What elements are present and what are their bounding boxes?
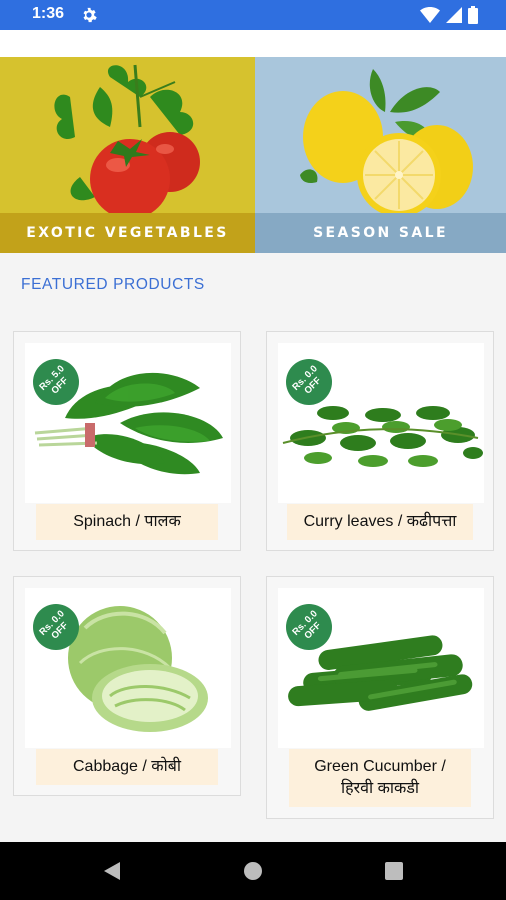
banner-exotic-vegetables[interactable]: EXOTIC VEGETABLES [0, 57, 255, 253]
product-card-green-cucumber[interactable]: Rs. 0.0 OFF Green Cucumber / हिरवी काकडी [266, 576, 494, 819]
product-image-frame: Rs. 0.0 OFF [25, 588, 231, 748]
product-card-spinach[interactable]: Rs. 5.0 OFF Spinach / पालक [13, 331, 241, 551]
product-image-frame: Rs. 0.0 OFF [278, 588, 484, 748]
app-toolbar [0, 30, 506, 57]
product-name: Green Cucumber / हिरवी काकडी [289, 749, 471, 807]
lemon-image [300, 69, 473, 213]
product-image-frame: Rs. 5.0 OFF [25, 343, 231, 503]
wifi-icon [420, 7, 440, 23]
product-name: Curry leaves / कढीपत्ता [287, 504, 473, 540]
back-icon[interactable] [100, 859, 124, 883]
recents-icon[interactable] [382, 859, 406, 883]
product-image-frame: Rs. 0.0 OFF [278, 343, 484, 503]
product-name: Spinach / पालक [36, 504, 218, 540]
status-time: 1:36 [32, 5, 65, 22]
gear-icon [83, 7, 97, 23]
banner-caption: EXOTIC VEGETABLES [0, 213, 255, 253]
product-card-curry-leaves[interactable]: Rs. 0.0 OFF Curry leaves / कढीपत्ता [266, 331, 494, 551]
navigation-bar [0, 842, 506, 900]
home-icon[interactable] [241, 859, 265, 883]
product-name: Cabbage / कोबी [36, 749, 218, 785]
banner-caption: SEASON SALE [255, 213, 506, 253]
featured-products-title: FEATURED PRODUCTS [21, 276, 205, 293]
discount-badge: Rs. 0.0 OFF [286, 604, 332, 650]
signal-icon [446, 7, 462, 23]
product-card-cabbage[interactable]: Rs. 0.0 OFF Cabbage / कोबी [13, 576, 241, 796]
tomato-image [54, 64, 200, 213]
discount-badge: Rs. 5.0 OFF [33, 359, 79, 405]
discount-badge: Rs. 0.0 OFF [286, 359, 332, 405]
discount-badge: Rs. 0.0 OFF [33, 604, 79, 650]
banner-season-sale[interactable]: SEASON SALE [255, 57, 506, 253]
status-bar: 1:36 [0, 0, 506, 30]
battery-icon [468, 6, 478, 24]
